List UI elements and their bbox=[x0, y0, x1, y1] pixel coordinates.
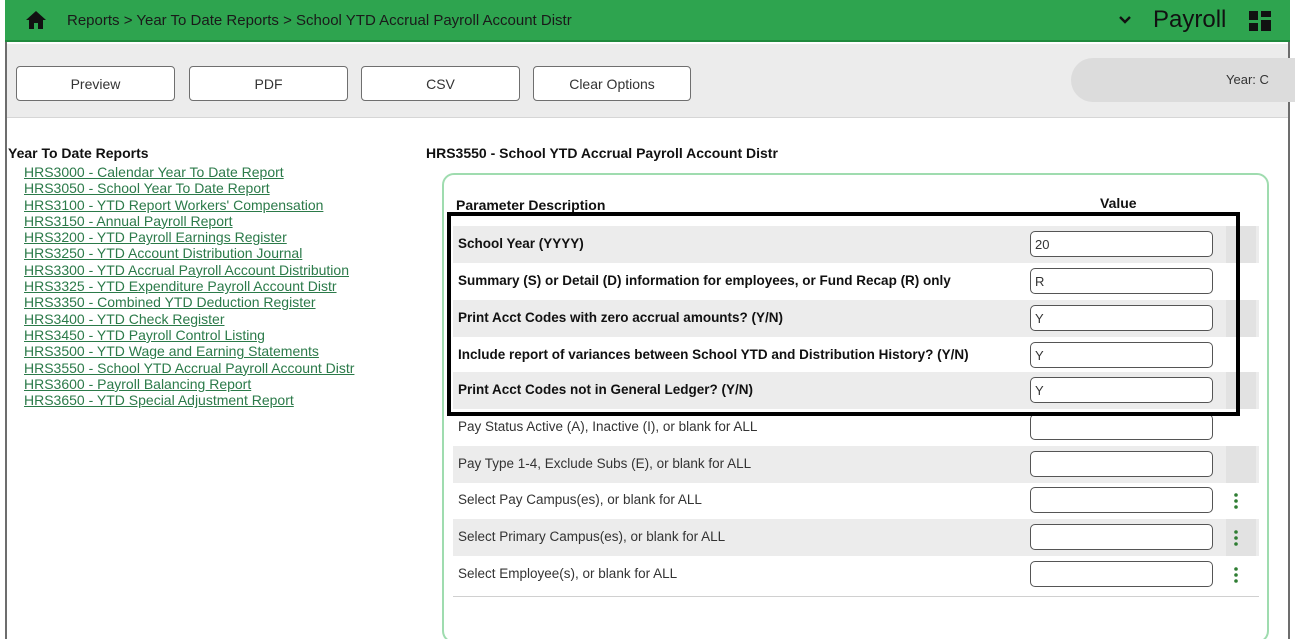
nav-item: HRS3100 - YTD Report Workers' Compensati… bbox=[24, 197, 354, 213]
nav-link-hrs3450[interactable]: HRS3450 - YTD Payroll Control Listing bbox=[24, 327, 265, 343]
breadcrumb: Reports > Year To Date Reports > School … bbox=[67, 12, 572, 29]
nav-link-hrs3400[interactable]: HRS3400 - YTD Check Register bbox=[24, 311, 224, 327]
nav-link-hrs3550[interactable]: HRS3550 - School YTD Accrual Payroll Acc… bbox=[24, 360, 354, 376]
year-selector[interactable]: Year: C bbox=[1071, 58, 1295, 102]
param-side-cell bbox=[1226, 300, 1256, 337]
kebab-icon[interactable] bbox=[1232, 492, 1240, 510]
preview-button[interactable]: Preview bbox=[16, 66, 175, 101]
param-label: Select Pay Campus(es), or blank for ALL bbox=[458, 492, 702, 507]
nav-item: HRS3250 - YTD Account Distribution Journ… bbox=[24, 245, 354, 261]
nav-item: HRS3000 - Calendar Year To Date Report bbox=[24, 164, 354, 180]
year-label: Year: C bbox=[1226, 72, 1269, 87]
param-row: Pay Type 1-4, Exclude Subs (E), or blank… bbox=[453, 446, 1259, 483]
param-row: Select Pay Campus(es), or blank for ALL bbox=[453, 482, 1259, 519]
param-label: Print Acct Codes with zero accrual amoun… bbox=[458, 310, 784, 325]
nav-link-hrs3100[interactable]: HRS3100 - YTD Report Workers' Compensati… bbox=[24, 197, 323, 213]
param-label: Print Acct Codes not in General Ledger? … bbox=[458, 382, 754, 397]
param-label: Select Primary Campus(es), or blank for … bbox=[458, 529, 726, 544]
column-header-description: Parameter Description bbox=[456, 197, 606, 213]
employee-input[interactable] bbox=[1030, 561, 1213, 587]
report-nav: HRS3000 - Calendar Year To Date Report H… bbox=[24, 164, 354, 408]
param-row: Select Primary Campus(es), or blank for … bbox=[453, 519, 1259, 556]
nav-item: HRS3600 - Payroll Balancing Report bbox=[24, 376, 354, 392]
app-title: Payroll bbox=[1153, 6, 1227, 33]
not-in-gl-input[interactable] bbox=[1030, 377, 1213, 403]
pay-status-input[interactable] bbox=[1030, 414, 1213, 440]
variance-report-input[interactable] bbox=[1030, 342, 1213, 368]
nav-link-hrs3600[interactable]: HRS3600 - Payroll Balancing Report bbox=[24, 376, 251, 392]
nav-item: HRS3400 - YTD Check Register bbox=[24, 311, 354, 327]
param-label: Select Employee(s), or blank for ALL bbox=[458, 566, 678, 581]
param-row: Print Acct Codes with zero accrual amoun… bbox=[453, 300, 1259, 337]
nav-link-hrs3500[interactable]: HRS3500 - YTD Wage and Earning Statement… bbox=[24, 343, 319, 359]
nav-item: HRS3500 - YTD Wage and Earning Statement… bbox=[24, 343, 354, 359]
nav-item: HRS3650 - YTD Special Adjustment Report bbox=[24, 392, 354, 408]
param-side-cell bbox=[1226, 372, 1256, 409]
nav-item: HRS3450 - YTD Payroll Control Listing bbox=[24, 327, 354, 343]
param-side-cell bbox=[1226, 519, 1256, 556]
nav-title: Year To Date Reports bbox=[8, 145, 149, 161]
nav-link-hrs3000[interactable]: HRS3000 - Calendar Year To Date Report bbox=[24, 164, 284, 180]
nav-item: HRS3200 - YTD Payroll Earnings Register bbox=[24, 229, 354, 245]
grid-icon[interactable] bbox=[1248, 10, 1272, 32]
param-row: School Year (YYYY) bbox=[453, 226, 1259, 263]
summary-detail-input[interactable] bbox=[1030, 268, 1213, 294]
param-label: School Year (YYYY) bbox=[458, 236, 584, 251]
nav-item: HRS3150 - Annual Payroll Report bbox=[24, 213, 354, 229]
report-title: HRS3550 - School YTD Accrual Payroll Acc… bbox=[426, 145, 778, 161]
school-year-input[interactable] bbox=[1030, 231, 1213, 257]
param-row: Pay Status Active (A), Inactive (I), or … bbox=[453, 409, 1259, 446]
nav-link-hrs3325[interactable]: HRS3325 - YTD Expenditure Payroll Accoun… bbox=[24, 278, 337, 294]
nav-link-hrs3350[interactable]: HRS3350 - Combined YTD Deduction Registe… bbox=[24, 294, 316, 310]
home-icon[interactable] bbox=[25, 9, 47, 31]
nav-item: HRS3300 - YTD Accrual Payroll Account Di… bbox=[24, 262, 354, 278]
row-divider bbox=[453, 596, 1259, 597]
primary-campus-input[interactable] bbox=[1030, 524, 1213, 550]
zero-accrual-input[interactable] bbox=[1030, 305, 1213, 331]
top-bar: Reports > Year To Date Reports > School … bbox=[5, 0, 1290, 42]
nav-link-hrs3300[interactable]: HRS3300 - YTD Accrual Payroll Account Di… bbox=[24, 262, 349, 278]
nav-link-hrs3200[interactable]: HRS3200 - YTD Payroll Earnings Register bbox=[24, 229, 287, 245]
column-header-value: Value bbox=[1100, 195, 1137, 211]
param-row: Include report of variances between Scho… bbox=[453, 337, 1259, 374]
clear-options-button[interactable]: Clear Options bbox=[533, 66, 691, 101]
param-row: Select Employee(s), or blank for ALL bbox=[453, 556, 1259, 593]
pdf-button[interactable]: PDF bbox=[189, 66, 348, 101]
nav-link-hrs3150[interactable]: HRS3150 - Annual Payroll Report bbox=[24, 213, 233, 229]
chevron-down-icon[interactable] bbox=[1117, 12, 1133, 28]
param-label: Pay Type 1-4, Exclude Subs (E), or blank… bbox=[458, 456, 752, 471]
param-label: Summary (S) or Detail (D) information fo… bbox=[458, 273, 951, 288]
param-label: Pay Status Active (A), Inactive (I), or … bbox=[458, 419, 758, 434]
nav-item: HRS3350 - Combined YTD Deduction Registe… bbox=[24, 294, 354, 310]
nav-item: HRS3550 - School YTD Accrual Payroll Acc… bbox=[24, 360, 354, 376]
nav-link-hrs3250[interactable]: HRS3250 - YTD Account Distribution Journ… bbox=[24, 245, 302, 261]
nav-link-hrs3050[interactable]: HRS3050 - School Year To Date Report bbox=[24, 180, 270, 196]
param-row: Print Acct Codes not in General Ledger? … bbox=[453, 372, 1259, 409]
param-side-cell bbox=[1226, 446, 1256, 483]
kebab-icon[interactable] bbox=[1232, 529, 1240, 547]
nav-link-hrs3650[interactable]: HRS3650 - YTD Special Adjustment Report bbox=[24, 392, 294, 408]
param-label: Include report of variances between Scho… bbox=[458, 347, 969, 362]
kebab-icon[interactable] bbox=[1232, 566, 1240, 584]
nav-item: HRS3050 - School Year To Date Report bbox=[24, 180, 354, 196]
nav-item: HRS3325 - YTD Expenditure Payroll Accoun… bbox=[24, 278, 354, 294]
pay-type-input[interactable] bbox=[1030, 451, 1213, 477]
pay-campus-input[interactable] bbox=[1030, 487, 1213, 513]
csv-button[interactable]: CSV bbox=[361, 66, 520, 101]
param-side-cell bbox=[1226, 226, 1256, 263]
param-row: Summary (S) or Detail (D) information fo… bbox=[453, 263, 1259, 300]
toolbar: Preview PDF CSV Clear Options Year: C bbox=[7, 44, 1295, 118]
